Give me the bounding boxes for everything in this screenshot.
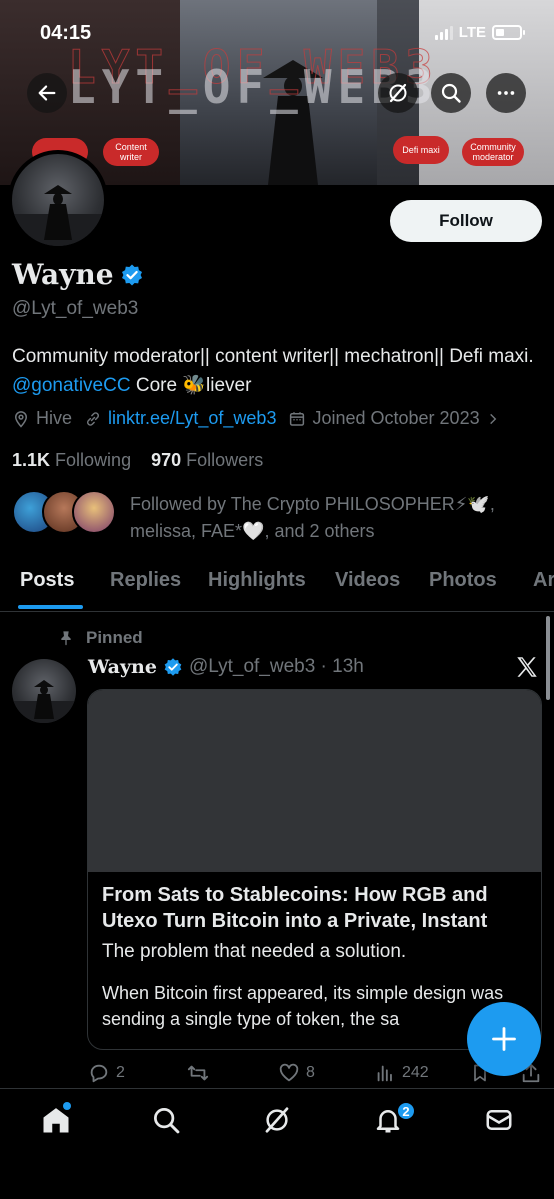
location: Hive bbox=[12, 408, 72, 429]
pinned-label-row: Pinned bbox=[58, 628, 143, 648]
search-icon[interactable] bbox=[151, 1105, 181, 1135]
plus-icon bbox=[492, 1027, 516, 1051]
repost-button[interactable] bbox=[186, 1062, 210, 1084]
following-label: Following bbox=[55, 450, 132, 470]
bee-emoji: 🐝 bbox=[182, 375, 206, 396]
following-link[interactable]: 1.1K Following bbox=[12, 450, 131, 470]
avatar-follower-3 bbox=[72, 490, 116, 534]
like-button[interactable]: 8 bbox=[278, 1062, 315, 1084]
more-options-button[interactable] bbox=[486, 73, 526, 113]
followed-by-text[interactable]: Followed by The Crypto PHILOSOPHER⚡🕊️, m… bbox=[130, 491, 550, 545]
bio-text-3: liever bbox=[206, 375, 252, 396]
reply-button[interactable]: 2 bbox=[88, 1062, 125, 1084]
verified-badge-icon[interactable] bbox=[120, 263, 144, 287]
followers-link[interactable]: 970 Followers bbox=[151, 450, 263, 470]
pinned-label: Pinned bbox=[86, 628, 143, 647]
avatar-samurai-image bbox=[12, 680, 76, 723]
tab-photos[interactable]: Photos bbox=[429, 569, 497, 592]
home-unread-dot bbox=[63, 1102, 71, 1110]
profile-name-row: Wayne bbox=[12, 258, 144, 291]
status-indicators: LTE bbox=[434, 24, 525, 41]
heart-icon bbox=[279, 1063, 299, 1082]
follow-button[interactable]: Follow bbox=[390, 200, 542, 242]
status-time: 04:15 bbox=[40, 22, 92, 44]
article-card[interactable]: From Sats to Stablecoins: How RGB and Ut… bbox=[87, 689, 542, 1050]
banner-pill-defi-maxi: Defi maxi bbox=[393, 136, 449, 164]
signal-icon bbox=[434, 25, 453, 40]
repost-icon bbox=[187, 1065, 209, 1081]
avatar-samurai-image bbox=[12, 185, 104, 246]
followers-label: Followers bbox=[186, 450, 264, 470]
more-horizontal-icon bbox=[497, 91, 515, 95]
website[interactable]: linktr.ee/Lyt_of_web3 bbox=[84, 408, 276, 429]
grok-button[interactable] bbox=[378, 73, 418, 113]
post-header: Wayne @Lyt_of_web3 · 13h bbox=[88, 656, 364, 678]
arrow-left-icon bbox=[38, 85, 56, 101]
tab-videos[interactable]: Videos bbox=[335, 569, 400, 592]
profile-avatar[interactable] bbox=[8, 150, 108, 250]
views-chart-icon bbox=[377, 1065, 392, 1082]
follow-counts: 1.1K Following 970 Followers bbox=[12, 450, 263, 471]
reply-icon bbox=[90, 1064, 108, 1083]
profile-tabs: Posts Replies Highlights Videos Photos A… bbox=[0, 560, 554, 612]
profile-name: Wayne bbox=[12, 258, 114, 291]
followers-count: 970 bbox=[151, 450, 182, 470]
back-button[interactable] bbox=[27, 73, 67, 113]
messages-mail-icon[interactable] bbox=[484, 1105, 514, 1135]
notifications-badge: 2 bbox=[396, 1101, 416, 1121]
battery-icon bbox=[492, 25, 525, 40]
chevron-right-icon[interactable] bbox=[486, 412, 500, 426]
followed-by-avatars[interactable] bbox=[12, 490, 116, 534]
active-tab-indicator bbox=[18, 605, 83, 609]
tab-posts[interactable]: Posts bbox=[20, 569, 74, 592]
tab-articles[interactable]: Ar bbox=[533, 569, 554, 592]
bio-text-1: Community moderator|| content writer|| m… bbox=[12, 346, 534, 367]
scrollbar[interactable] bbox=[546, 616, 550, 700]
grok-icon[interactable] bbox=[262, 1105, 292, 1135]
reply-count: 2 bbox=[116, 1064, 125, 1081]
like-count: 8 bbox=[306, 1064, 315, 1081]
post-author-avatar[interactable] bbox=[12, 659, 76, 723]
profile-handle: @Lyt_of_web3 bbox=[12, 298, 139, 319]
grok-icon bbox=[389, 83, 407, 103]
tab-replies[interactable]: Replies bbox=[110, 569, 181, 592]
location-pin-icon bbox=[14, 410, 28, 428]
banner-pill-community-moderator: Community moderator bbox=[462, 138, 524, 166]
search-button[interactable] bbox=[431, 73, 471, 113]
article-card-image bbox=[88, 690, 541, 872]
joined-text: Joined October 2023 bbox=[312, 408, 480, 428]
bio-text-2: Core bbox=[130, 375, 183, 396]
x-logo-icon[interactable] bbox=[514, 654, 540, 680]
search-icon bbox=[441, 83, 461, 103]
article-title: From Sats to Stablecoins: How RGB and Ut… bbox=[102, 884, 488, 932]
bio-mention-link[interactable]: @gonativeCC bbox=[12, 375, 131, 396]
pin-icon bbox=[61, 631, 71, 646]
views-count: 242 bbox=[402, 1064, 429, 1081]
article-subtitle: The problem that needed a solution. bbox=[102, 941, 407, 962]
compose-post-button[interactable] bbox=[467, 1002, 541, 1076]
banner-pill-content-writer: Content writer bbox=[103, 138, 159, 166]
network-label: LTE bbox=[458, 24, 486, 41]
bottom-navigation: 2 bbox=[0, 1088, 554, 1199]
calendar-icon bbox=[290, 411, 305, 426]
profile-meta-row: Hive linktr.ee/Lyt_of_web3 Joined Octobe… bbox=[12, 408, 512, 429]
post-author-name[interactable]: Wayne bbox=[88, 656, 157, 678]
following-count: 1.1K bbox=[12, 450, 51, 470]
link-icon bbox=[87, 411, 100, 426]
post-meta: @Lyt_of_web3 · 13h bbox=[188, 656, 364, 677]
profile-bio: Community moderator|| content writer|| m… bbox=[12, 342, 542, 400]
verified-badge-icon bbox=[164, 658, 182, 676]
website-link[interactable]: linktr.ee/Lyt_of_web3 bbox=[108, 408, 276, 429]
views-button[interactable]: 242 bbox=[374, 1062, 429, 1084]
joined-date: Joined October 2023 bbox=[288, 408, 499, 429]
tab-highlights[interactable]: Highlights bbox=[208, 569, 306, 592]
location-text: Hive bbox=[36, 408, 73, 428]
